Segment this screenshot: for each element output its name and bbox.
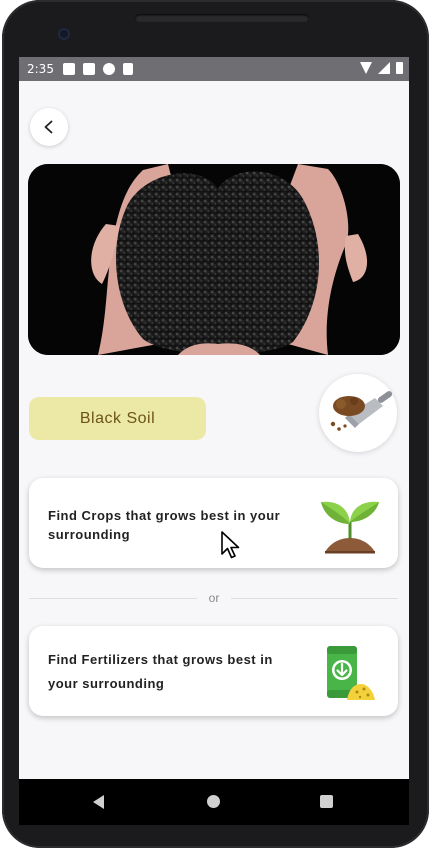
find-crops-card[interactable]: Find Crops that grows best in your surro…: [29, 478, 398, 568]
find-fertilizers-label: Find Fertilizers that grows best in your…: [48, 652, 273, 691]
app-screen: 2:35 Black Soil Find Crops that grows be…: [19, 57, 409, 779]
notification-icon: [63, 63, 75, 75]
fertilizer-bag-icon: [327, 646, 375, 700]
android-nav-bar: [19, 779, 409, 825]
back-triangle-icon[interactable]: [93, 795, 104, 809]
notification-icon: [83, 63, 95, 75]
earpiece-speaker: [135, 14, 309, 22]
soil-hero-image: [28, 164, 400, 355]
chevron-left-icon: [44, 120, 53, 134]
soil-icon-badge: [319, 374, 397, 452]
app-icon: [103, 63, 115, 75]
home-circle-icon[interactable]: [207, 795, 220, 808]
soil-type-chip: Black Soil: [29, 397, 206, 440]
find-crops-label: Find Crops that grows best in your surro…: [48, 508, 281, 542]
front-camera: [58, 28, 70, 40]
wifi-icon: [360, 62, 372, 74]
back-button[interactable]: [30, 108, 68, 146]
recents-square-icon[interactable]: [320, 795, 333, 808]
signal-icon: [378, 62, 390, 74]
or-separator: or: [197, 591, 231, 605]
soil-scoop-icon: [330, 391, 393, 431]
find-fertilizers-card[interactable]: Find Fertilizers that grows best in your…: [29, 626, 398, 716]
sd-card-icon: [123, 63, 133, 75]
battery-icon: [396, 62, 403, 74]
status-bar: 2:35: [19, 57, 409, 81]
seedling-icon: [321, 501, 379, 554]
mouse-cursor-icon: [221, 531, 240, 559]
status-time: 2:35: [27, 62, 54, 76]
